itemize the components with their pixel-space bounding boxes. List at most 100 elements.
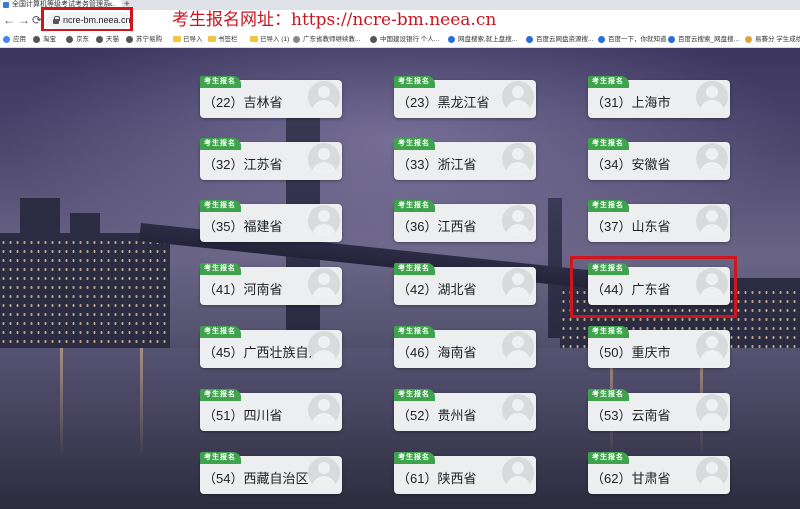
user-avatar-icon [502,205,534,237]
signup-badge: 考生报名 [394,263,435,275]
bookmark-item[interactable]: 易賽分 学生成绩... [745,31,800,48]
signup-badge: 考生报名 [394,452,435,464]
province-label: （51）四川省 [203,408,283,423]
province-card-52[interactable]: 考生报名 （52）贵州省 [394,389,536,431]
signup-badge: 考生报名 [588,138,629,150]
bookmark-item[interactable]: 广东省教师继续教... [293,31,360,48]
bookmark-item[interactable]: 中国建设银行 个人... [370,31,439,48]
province-card-50[interactable]: 考生报名 （50）重庆市 [588,326,730,368]
user-avatar-icon [696,394,728,426]
signup-badge: 考生报名 [588,200,629,212]
globe-icon [33,36,40,43]
signup-badge: 考生报名 [394,76,435,88]
globe-icon [96,36,103,43]
province-label: （33）浙江省 [397,157,477,172]
user-avatar-icon [502,143,534,175]
user-avatar-icon [308,205,340,237]
bookmark-label: 易賽分 学生成绩... [755,36,800,43]
bookmark-item[interactable]: 淘宝 [33,31,56,48]
province-card-46[interactable]: 考生报名 （46）海南省 [394,326,536,368]
province-label: （35）福建省 [203,219,283,234]
province-label: （54）西藏自治区 [203,471,309,486]
user-avatar-icon [308,268,340,300]
province-card-42[interactable]: 考生报名 （42）湖北省 [394,263,536,305]
user-avatar-icon [502,81,534,113]
bookmark-item[interactable]: 网盘搜索,就上盘搜... [448,31,517,48]
bookmark-item[interactable]: 应用 [3,31,26,48]
bookmark-label: 百度云搜索_网盘搜... [678,36,740,43]
bookmark-label: 中国建设银行 个人... [380,36,440,43]
province-label: （62）甘肃省 [591,471,671,486]
user-avatar-icon [308,143,340,175]
province-card-32[interactable]: 考生报名 （32）江苏省 [200,138,342,180]
signup-badge: 考生报名 [200,200,241,212]
province-card-51[interactable]: 考生报名 （51）四川省 [200,389,342,431]
user-avatar-icon [308,81,340,113]
user-avatar-icon [696,205,728,237]
province-label: （42）湖北省 [397,282,477,297]
province-label: （23）黑龙江省 [397,95,490,110]
province-card-53[interactable]: 考生报名 （53）云南省 [588,389,730,431]
site-favicon-icon [3,2,9,8]
folder-icon [173,36,181,42]
bookmark-item[interactable]: 已导入 (1) [250,31,289,48]
province-card-61[interactable]: 考生报名 （61）陕西省 [394,452,536,494]
user-avatar-icon [308,331,340,363]
province-card-36[interactable]: 考生报名 （36）江西省 [394,200,536,242]
province-card-62[interactable]: 考生报名 （62）甘肃省 [588,452,730,494]
signup-badge: 考生报名 [200,389,241,401]
signup-badge: 考生报名 [200,138,241,150]
bookmark-item[interactable]: 已导入 [173,31,203,48]
forward-arrow-icon[interactable]: → [17,13,31,27]
selected-province-highlight-box [570,256,737,318]
globe-icon [66,36,73,43]
bookmark-item[interactable]: 百度云搜索_网盘搜... [668,31,739,48]
province-label: （41）河南省 [203,282,283,297]
signup-badge: 考生报名 [588,452,629,464]
province-label: （61）陕西省 [397,471,477,486]
province-card-23[interactable]: 考生报名 （23）黑龙江省 [394,76,536,118]
province-card-35[interactable]: 考生报名 （35）福建省 [200,200,342,242]
apps-icon [3,36,10,43]
province-card-22[interactable]: 考生报名 （22）吉林省 [200,76,342,118]
bookmark-item[interactable]: 京东 [66,31,89,48]
province-label: （31）上海市 [591,95,671,110]
bookmark-label: 广东省教师继续教... [303,36,361,43]
folder-icon [250,36,258,42]
user-avatar-icon [696,81,728,113]
globe-icon [370,36,377,43]
bookmark-item[interactable]: 书签栏 [208,31,238,48]
province-label: （52）贵州省 [397,408,477,423]
signup-badge: 考生报名 [588,326,629,338]
back-arrow-icon[interactable]: ← [2,13,16,27]
province-label: （46）海南省 [397,345,477,360]
bookmark-item[interactable]: 百度云网盘资源搜... [526,31,593,48]
signup-badge: 考生报名 [394,200,435,212]
signup-badge: 考生报名 [394,326,435,338]
province-card-41[interactable]: 考生报名 （41）河南省 [200,263,342,305]
signup-badge: 考生报名 [394,389,435,401]
user-avatar-icon [502,268,534,300]
province-card-34[interactable]: 考生报名 （34）安徽省 [588,138,730,180]
province-label: （50）重庆市 [591,345,671,360]
bookmark-label: 百度云网盘资源搜... [536,36,594,43]
bookmark-item[interactable]: 百度一下，你就知道 [598,31,667,48]
user-avatar-icon [696,143,728,175]
user-avatar-icon [696,457,728,489]
province-label: （34）安徽省 [591,157,671,172]
province-card-45[interactable]: 考生报名 （45）广西壮族自治区 [200,326,342,368]
user-avatar-icon [502,394,534,426]
signup-url-annotation: 考生报名网址：https://ncre-bm.neea.cn [172,10,497,30]
bookmark-item[interactable]: 天猫 [96,31,119,48]
province-card-33[interactable]: 考生报名 （33）浙江省 [394,138,536,180]
province-card-31[interactable]: 考生报名 （31）上海市 [588,76,730,118]
user-avatar-icon [502,331,534,363]
province-card-54[interactable]: 考生报名 （54）西藏自治区 [200,452,342,494]
province-label: （32）江苏省 [203,157,283,172]
user-avatar-icon [308,394,340,426]
signup-badge: 考生报名 [588,76,629,88]
signup-badge: 考生报名 [588,389,629,401]
bookmark-item[interactable]: 苏宁易购 [126,31,162,48]
province-card-37[interactable]: 考生报名 （37）山东省 [588,200,730,242]
province-label: （22）吉林省 [203,95,283,110]
